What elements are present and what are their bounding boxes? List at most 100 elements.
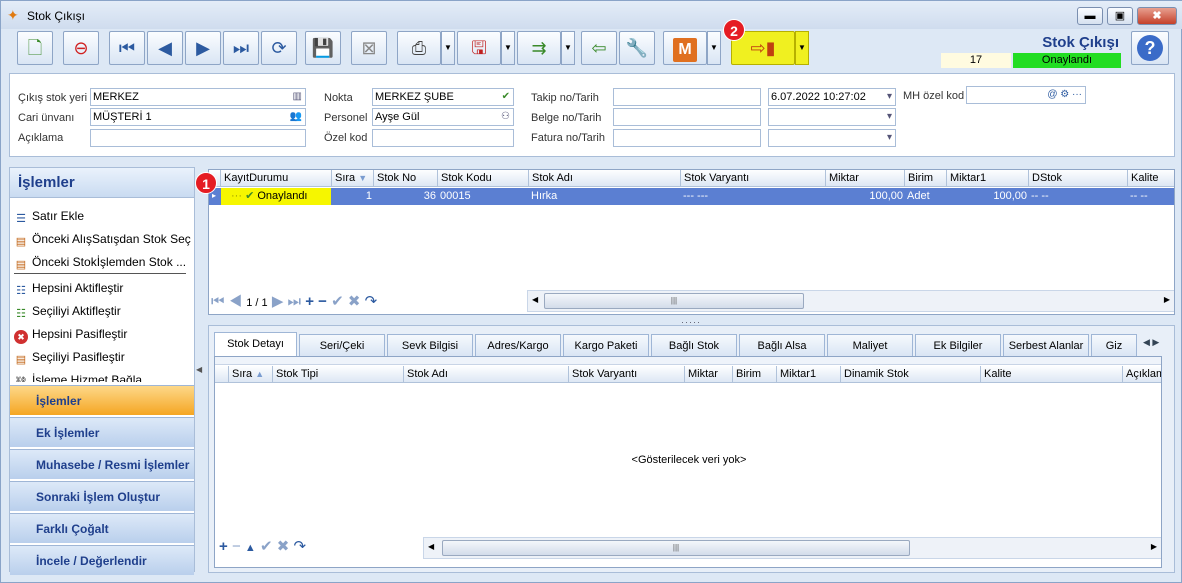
last-record-button[interactable]: ⏭	[223, 31, 259, 65]
tab-adres-kargo[interactable]: Adres/Kargo	[475, 334, 561, 356]
row-durum-cell[interactable]: ··· ✔ Onaylandı	[221, 188, 331, 205]
collapse-panel-icon[interactable]: ◀	[196, 365, 202, 374]
tools-button[interactable]: 🔧	[619, 31, 655, 65]
tab-maliyet[interactable]: Maliyet	[827, 334, 913, 356]
col-stok-varyanti[interactable]: Stok Varyantı	[681, 170, 826, 187]
nav-farkli-cogalt[interactable]: Farklı Çoğalt	[10, 513, 194, 543]
dcol-stok-varyanti[interactable]: Stok Varyantı	[569, 366, 685, 383]
nokta-field[interactable]: MERKEZ ŞUBE ✔	[372, 88, 514, 106]
tab-giz[interactable]: Giz	[1091, 334, 1137, 356]
transfer-dropdown[interactable]: ▼	[795, 31, 809, 65]
last-icon[interactable]: ⏭	[288, 293, 302, 310]
maximize-button[interactable]: ▣	[1107, 7, 1133, 25]
pdf-save-button[interactable]: 🖫	[457, 31, 501, 65]
fatura-no-field[interactable]	[613, 129, 761, 147]
belge-no-field[interactable]	[613, 108, 761, 126]
add-icon[interactable]: +	[219, 538, 228, 555]
export-button[interactable]: ⇉	[517, 31, 561, 65]
dcol-dinamik-stok[interactable]: Dinamik Stok	[841, 366, 981, 383]
save-button[interactable]: 💾	[305, 31, 341, 65]
m-dropdown[interactable]: ▼	[707, 31, 721, 65]
action-seciliyi-aktiflestir[interactable]: ☷ Seçiliyi Aktifleştir	[14, 304, 121, 321]
col-birim[interactable]: Birim	[905, 170, 947, 187]
table-row[interactable]: ▸ ··· ✔ Onaylandı 1 36 00015 Hırka --- -…	[209, 188, 1174, 205]
col-kayitdurumu[interactable]: KayıtDurumu	[221, 170, 332, 187]
first-record-button[interactable]: ⏮	[109, 31, 145, 65]
export-dropdown[interactable]: ▼	[561, 31, 575, 65]
pdf-dropdown[interactable]: ▼	[501, 31, 515, 65]
refresh-icon[interactable]: ↷	[293, 538, 306, 555]
tab-serbest-alanlar[interactable]: Serbest Alanlar	[1003, 334, 1089, 356]
action-hepsini-pasiflestir[interactable]: ✖ Hepsini Pasifleştir	[14, 327, 127, 344]
fatura-tarih-field[interactable]: ▾	[768, 129, 896, 147]
action-onceki-stokislem[interactable]: ▤ Önceki Stokİşlemden Stok ...	[14, 255, 187, 274]
col-miktar1[interactable]: Miktar1	[947, 170, 1029, 187]
scroll-right-icon[interactable]: ▶	[1151, 542, 1157, 551]
col-kalite[interactable]: Kalite	[1128, 170, 1174, 187]
scroll-left-icon[interactable]: ◀	[532, 295, 538, 304]
action-hepsini-aktiflestir[interactable]: ☷ Hepsini Aktifleştir	[14, 281, 123, 298]
nav-ek-islemler[interactable]: Ek İşlemler	[10, 417, 194, 447]
cikis-stok-yeri-field[interactable]: MERKEZ ▥	[90, 88, 306, 106]
cancel-icon[interactable]: ✖	[277, 538, 290, 555]
col-miktar[interactable]: Miktar	[826, 170, 905, 187]
import-button[interactable]: ⇦	[581, 31, 617, 65]
nav-sonraki-islem[interactable]: Sonraki İşlem Oluştur	[10, 481, 194, 511]
minimize-button[interactable]: ▬	[1077, 7, 1103, 25]
print-dropdown[interactable]: ▼	[441, 31, 455, 65]
tab-seri-ceki[interactable]: Seri/Çeki	[299, 334, 385, 356]
nav-incele[interactable]: İncele / Değerlendir	[10, 545, 194, 575]
dcol-miktar1[interactable]: Miktar1	[777, 366, 841, 383]
dcol-sira[interactable]: Sıra ▲	[229, 366, 273, 383]
dcol-aciklama[interactable]: Açıklam	[1123, 366, 1161, 383]
ozel-kod-field[interactable]	[372, 129, 514, 147]
detail-grid-hscroll[interactable]: ◀ ||| ▶	[423, 537, 1161, 559]
cari-unvani-field[interactable]: MÜŞTERİ 1 👥	[90, 108, 306, 126]
remove-icon[interactable]: −	[318, 293, 327, 310]
add-icon[interactable]: +	[305, 293, 314, 310]
action-satir-ekle[interactable]: ☰ Satır Ekle	[14, 209, 84, 226]
belge-tarih-field[interactable]: ▾	[768, 108, 896, 126]
next-record-button[interactable]: ▶	[185, 31, 221, 65]
dcol-birim[interactable]: Birim	[733, 366, 777, 383]
scroll-thumb[interactable]: |||	[544, 293, 804, 309]
move-up-icon[interactable]: ▲	[245, 542, 256, 554]
tab-sevk-bilgisi[interactable]: Sevk Bilgisi	[387, 334, 473, 356]
save-cancel-button[interactable]: ⊠	[351, 31, 387, 65]
col-stok-no[interactable]: Stok No	[374, 170, 438, 187]
tab-ek-bilgiler[interactable]: Ek Bilgiler	[915, 334, 1001, 356]
tab-stok-detayi[interactable]: Stok Detayı	[214, 332, 297, 356]
close-button[interactable]: ✖	[1137, 7, 1177, 25]
remove-icon[interactable]: −	[232, 538, 241, 555]
main-grid-hscroll[interactable]: ◀ ||| ▶	[527, 290, 1174, 312]
dcol-kalite[interactable]: Kalite	[981, 366, 1123, 383]
print-button[interactable]: ⎙	[397, 31, 441, 65]
tab-scroll-icon[interactable]: ◀ ▶	[1143, 337, 1159, 348]
prev-icon[interactable]: ◀	[229, 293, 242, 310]
scroll-right-icon[interactable]: ▶	[1164, 295, 1170, 304]
col-stok-adi[interactable]: Stok Adı	[529, 170, 681, 187]
check-icon[interactable]: ✔	[260, 538, 273, 555]
scroll-left-icon[interactable]: ◀	[428, 542, 434, 551]
action-hizmet-bagla[interactable]: ⛓ İşleme Hizmet Bağla	[14, 373, 142, 382]
dcol-stok-tipi[interactable]: Stok Tipi	[273, 366, 404, 383]
takip-no-field[interactable]	[613, 88, 761, 106]
tab-bagli-stok[interactable]: Bağlı Stok	[651, 334, 737, 356]
personel-field[interactable]: Ayşe Gül ⚇	[372, 108, 514, 126]
col-dstok[interactable]: DStok	[1029, 170, 1128, 187]
cancel-icon[interactable]: ✖	[348, 293, 361, 310]
dcol-miktar[interactable]: Miktar	[685, 366, 733, 383]
takip-tarih-field[interactable]: 6.07.2022 10:27:02 ▾	[768, 88, 896, 106]
action-onceki-alissatis[interactable]: ▤ Önceki AlışSatışdan Stok Seç	[14, 232, 191, 249]
col-stok-kodu[interactable]: Stok Kodu	[438, 170, 529, 187]
nav-islemler[interactable]: İşlemler	[10, 385, 194, 415]
delete-doc-button[interactable]: ⊖	[63, 31, 99, 65]
help-button[interactable]: ?	[1131, 31, 1169, 65]
refresh-icon[interactable]: ↷	[365, 293, 378, 310]
prev-record-button[interactable]: ◀	[147, 31, 183, 65]
aciklama-field[interactable]	[90, 129, 306, 147]
first-icon[interactable]: ⏮	[211, 293, 225, 310]
nav-muhasebe[interactable]: Muhasebe / Resmi İşlemler	[10, 449, 194, 479]
next-icon[interactable]: ▶	[272, 293, 284, 310]
col-sira[interactable]: Sıra ▼	[332, 170, 374, 187]
